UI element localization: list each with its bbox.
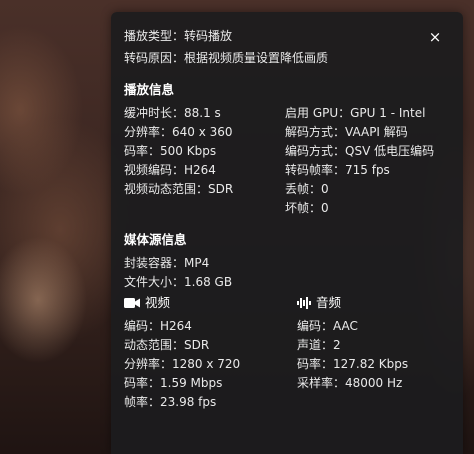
buffer-duration: 缓冲时长：88.1 s	[124, 106, 221, 120]
audio-sample-rate: 采样率：48000 Hz	[297, 376, 403, 390]
transcode-reason: 转码原因：根据视频质量设置降低画质	[124, 51, 329, 65]
video-fps-source: 帧率：23.98 fps	[124, 395, 217, 409]
dropped-frames: 丢帧：0	[285, 182, 329, 196]
audio-bitrate: 码率：127.82 Kbps	[297, 357, 409, 371]
encode-method: 编码方式：QSV 低电压编码	[285, 144, 435, 158]
media-source-title: 媒体源信息	[124, 232, 187, 247]
bitrate: 码率：500 Kbps	[124, 144, 217, 158]
audio-waveform-icon	[297, 297, 311, 309]
audio-channels: 声道：2	[297, 338, 341, 352]
media-info-panel: × 播放类型：转码播放 转码原因：根据视频质量设置降低画质 播放信息 缓冲时长：…	[111, 12, 463, 454]
audio-section-label: 音频	[316, 295, 342, 310]
gpu-enabled: 启用 GPU：GPU 1 - Intel	[285, 106, 426, 120]
container-format: 封装容器：MP4	[124, 256, 210, 270]
resolution: 分辨率：640 x 360	[124, 125, 233, 139]
transcode-fps: 转码帧率：715 fps	[285, 163, 390, 177]
video-camera-icon	[124, 298, 140, 308]
video-range-source: 动态范围：SDR	[124, 338, 210, 352]
play-type: 播放类型：转码播放	[124, 29, 233, 43]
playback-info-title: 播放信息	[124, 82, 175, 97]
close-icon[interactable]: ×	[427, 28, 443, 46]
audio-codec: 编码：AAC	[297, 319, 358, 333]
video-section-title: 视频	[124, 295, 170, 311]
video-dynamic-range: 视频动态范围：SDR	[124, 182, 234, 196]
corrupt-frames: 坏帧：0	[285, 201, 329, 215]
decode-method: 解码方式：VAAPI 解码	[285, 125, 408, 139]
video-codec-source: 编码：H264	[124, 319, 192, 333]
video-bitrate-source: 码率：1.59 Mbps	[124, 376, 223, 390]
audio-section-title: 音频	[297, 295, 341, 311]
file-size: 文件大小：1.68 GB	[124, 275, 233, 289]
video-section-label: 视频	[145, 295, 171, 310]
video-codec: 视频编码：H264	[124, 163, 216, 177]
video-resolution-source: 分辨率：1280 x 720	[124, 357, 241, 371]
